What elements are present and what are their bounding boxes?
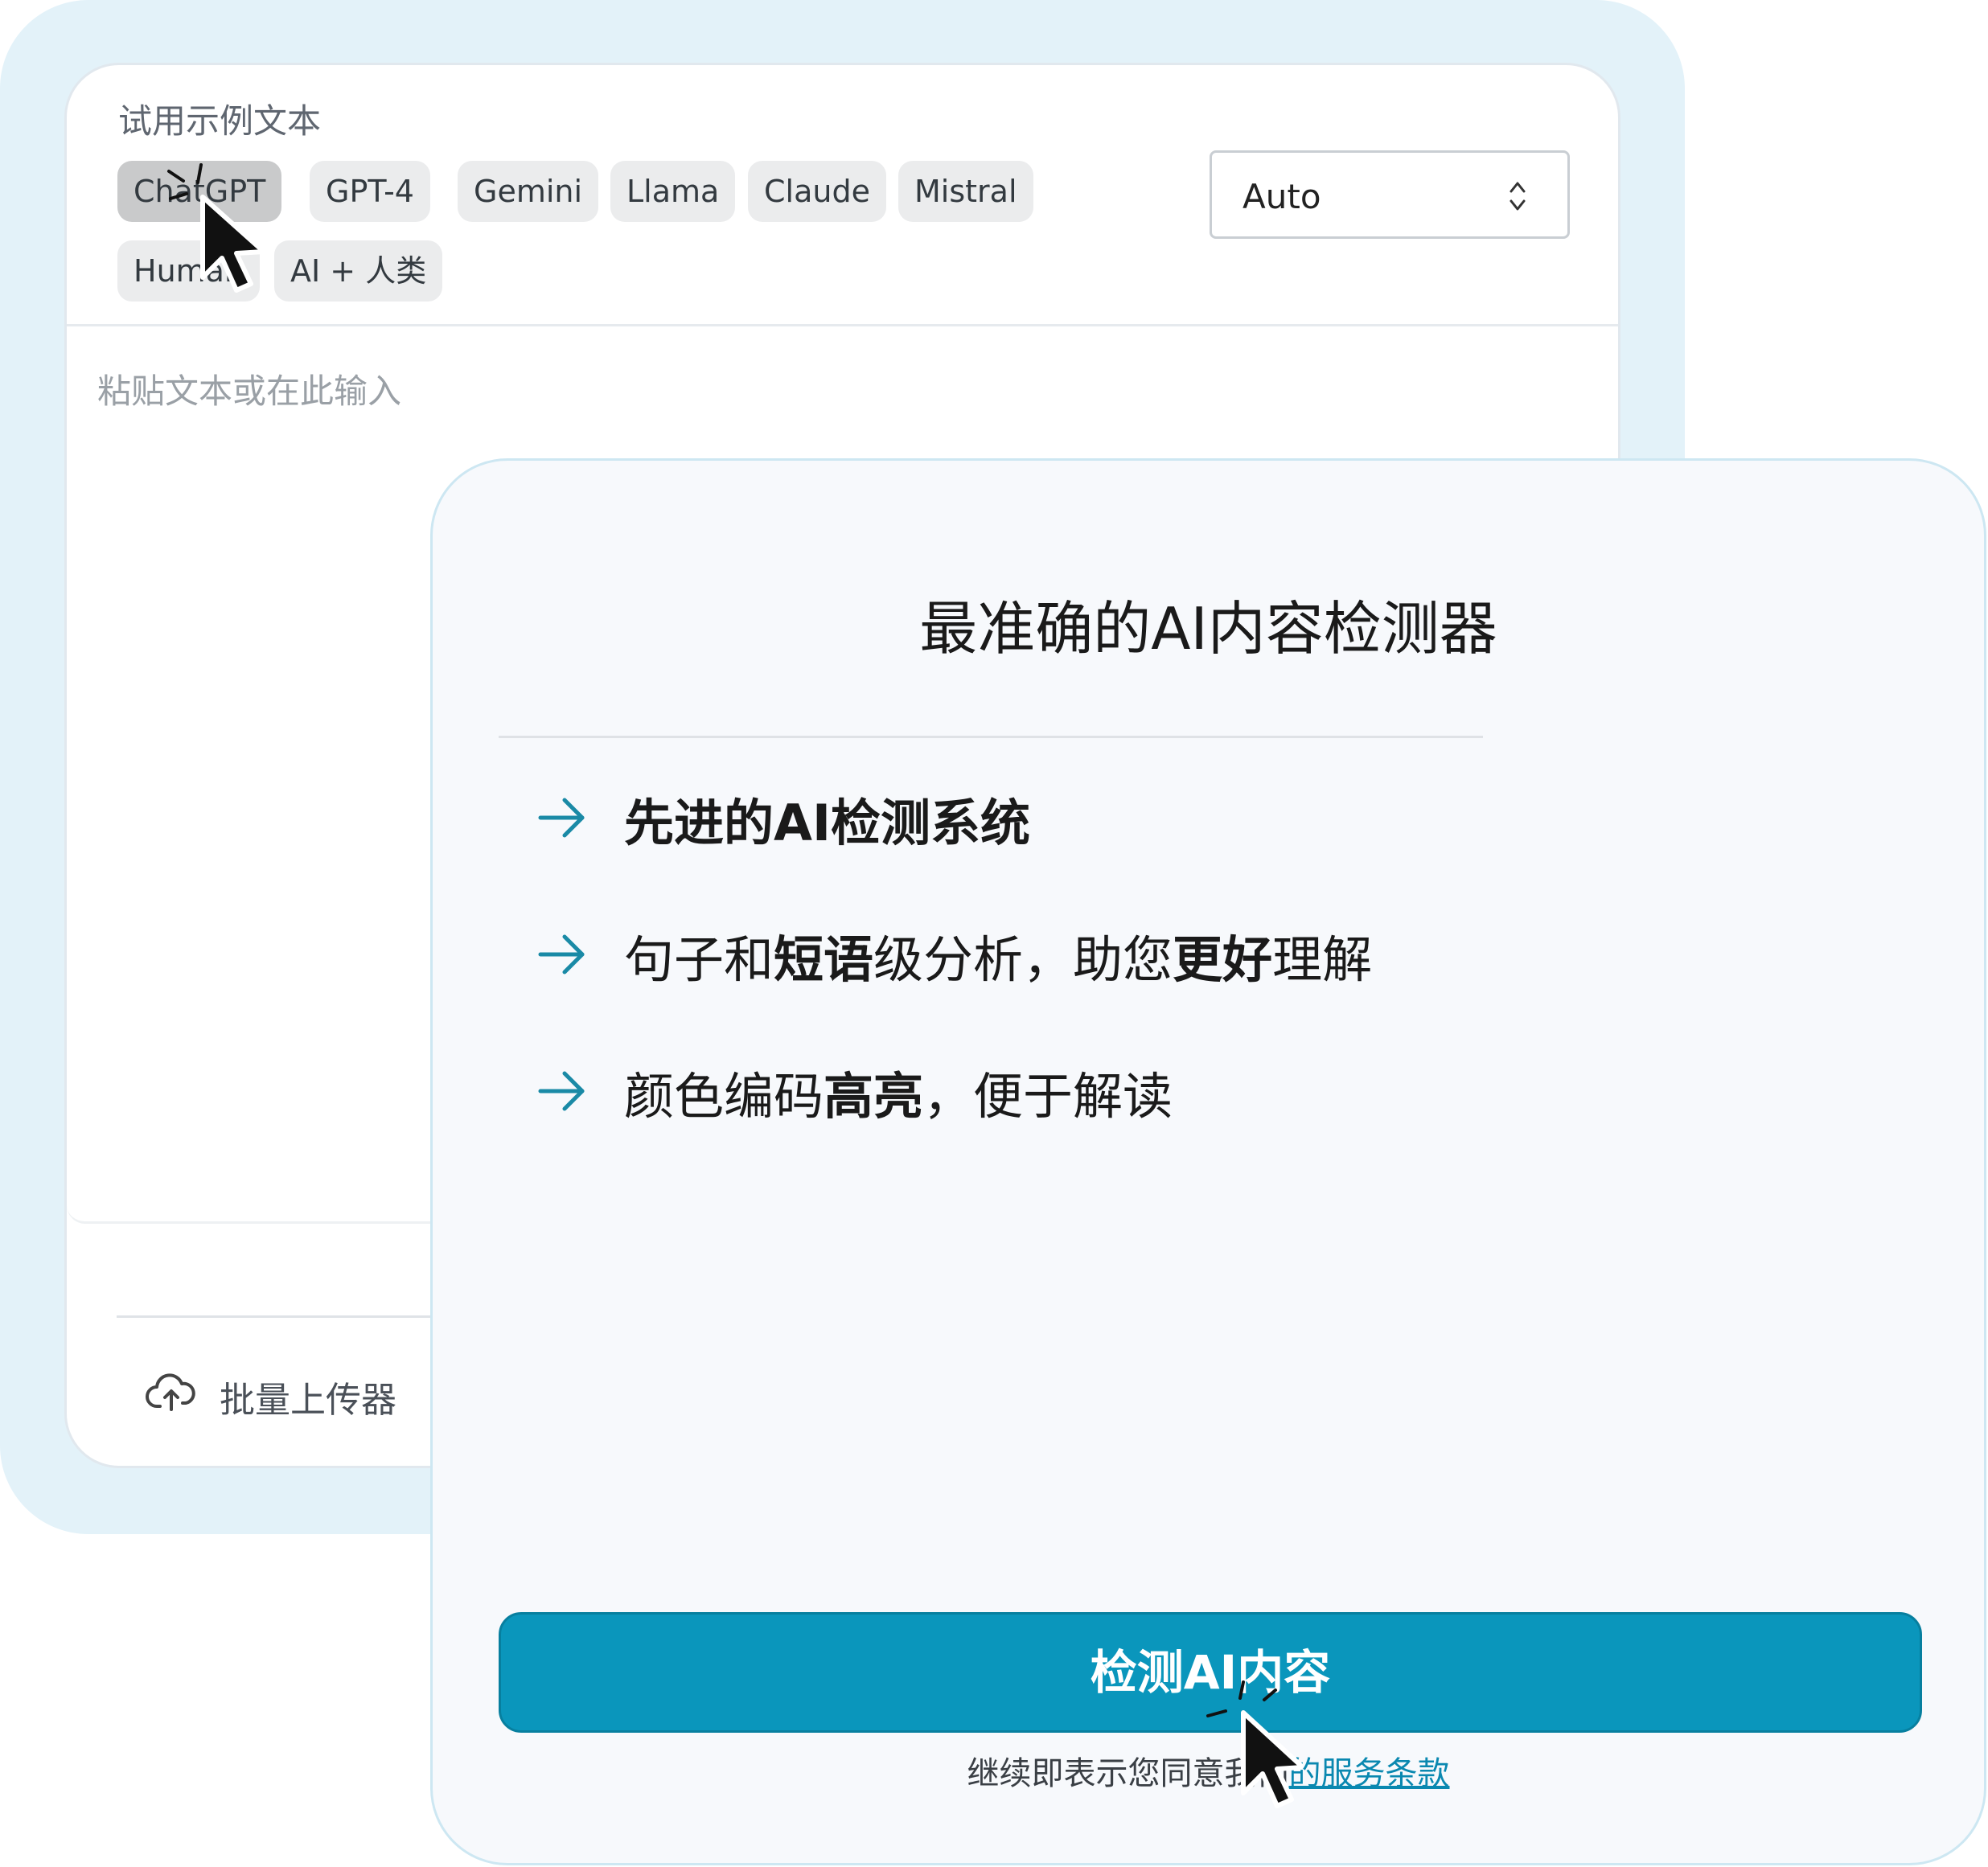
feature-text-part: 颜色编码 (624, 1067, 824, 1126)
feature-text: 句子和短语级分析，助您更好理解 (624, 919, 1372, 991)
feature-text: 先进的AI检测系统 (624, 782, 1030, 855)
sample-chip-ai-human[interactable]: AI + 人类 (274, 240, 443, 302)
sample-chip-claude[interactable]: Claude (748, 161, 886, 222)
feature-info-card: 最准确的AI内容检测器 先进的AI检测系统 句子和短语级分析，助您更好理解 颜色… (430, 458, 1986, 1865)
feature-text-part: ，便于解读 (923, 1067, 1173, 1126)
batch-uploader-label: 批量上传器 (220, 1380, 396, 1421)
chevron-up-down-icon (1509, 182, 1526, 211)
feature-text-bold: 先进的AI检测系统 (624, 794, 1031, 852)
model-select[interactable]: Auto (1210, 150, 1570, 239)
arrow-right-icon (538, 934, 585, 975)
sample-text-label: 试用示例文本 (118, 101, 322, 141)
feature-text-part: 句子和 (624, 930, 774, 989)
terms-of-service-link[interactable]: 的服务条款 (1289, 1755, 1450, 1792)
feature-text-bold: 更好 (1173, 930, 1273, 989)
sample-chip-mistral[interactable]: Mistral (898, 161, 1033, 222)
feature-text: 颜色编码高亮，便于解读 (624, 1056, 1173, 1128)
sample-chip-gemini[interactable]: Gemini (458, 161, 599, 222)
info-divider (499, 736, 1483, 738)
arrow-right-icon (538, 798, 585, 838)
mouse-pointer-icon (167, 163, 265, 293)
feature-text-bold: 短语 (774, 930, 874, 989)
mouse-pointer-icon (1206, 1680, 1303, 1808)
feature-text-part: 理解 (1272, 930, 1373, 989)
arrow-right-icon (538, 1071, 585, 1111)
sample-chip-gpt4[interactable]: GPT-4 (310, 161, 430, 222)
model-select-value: Auto (1242, 177, 1321, 216)
feature-text-part: 级分析，助您 (873, 930, 1173, 989)
editor-header-divider (67, 324, 1618, 326)
feature-text-bold: 高亮 (824, 1067, 924, 1126)
info-title: 最准确的AI内容检测器 (919, 595, 1497, 663)
text-input-area[interactable]: 粘贴文本或在此输入 (97, 364, 401, 413)
cloud-upload-icon (146, 1373, 195, 1411)
sample-chip-llama[interactable]: Llama (610, 161, 736, 222)
